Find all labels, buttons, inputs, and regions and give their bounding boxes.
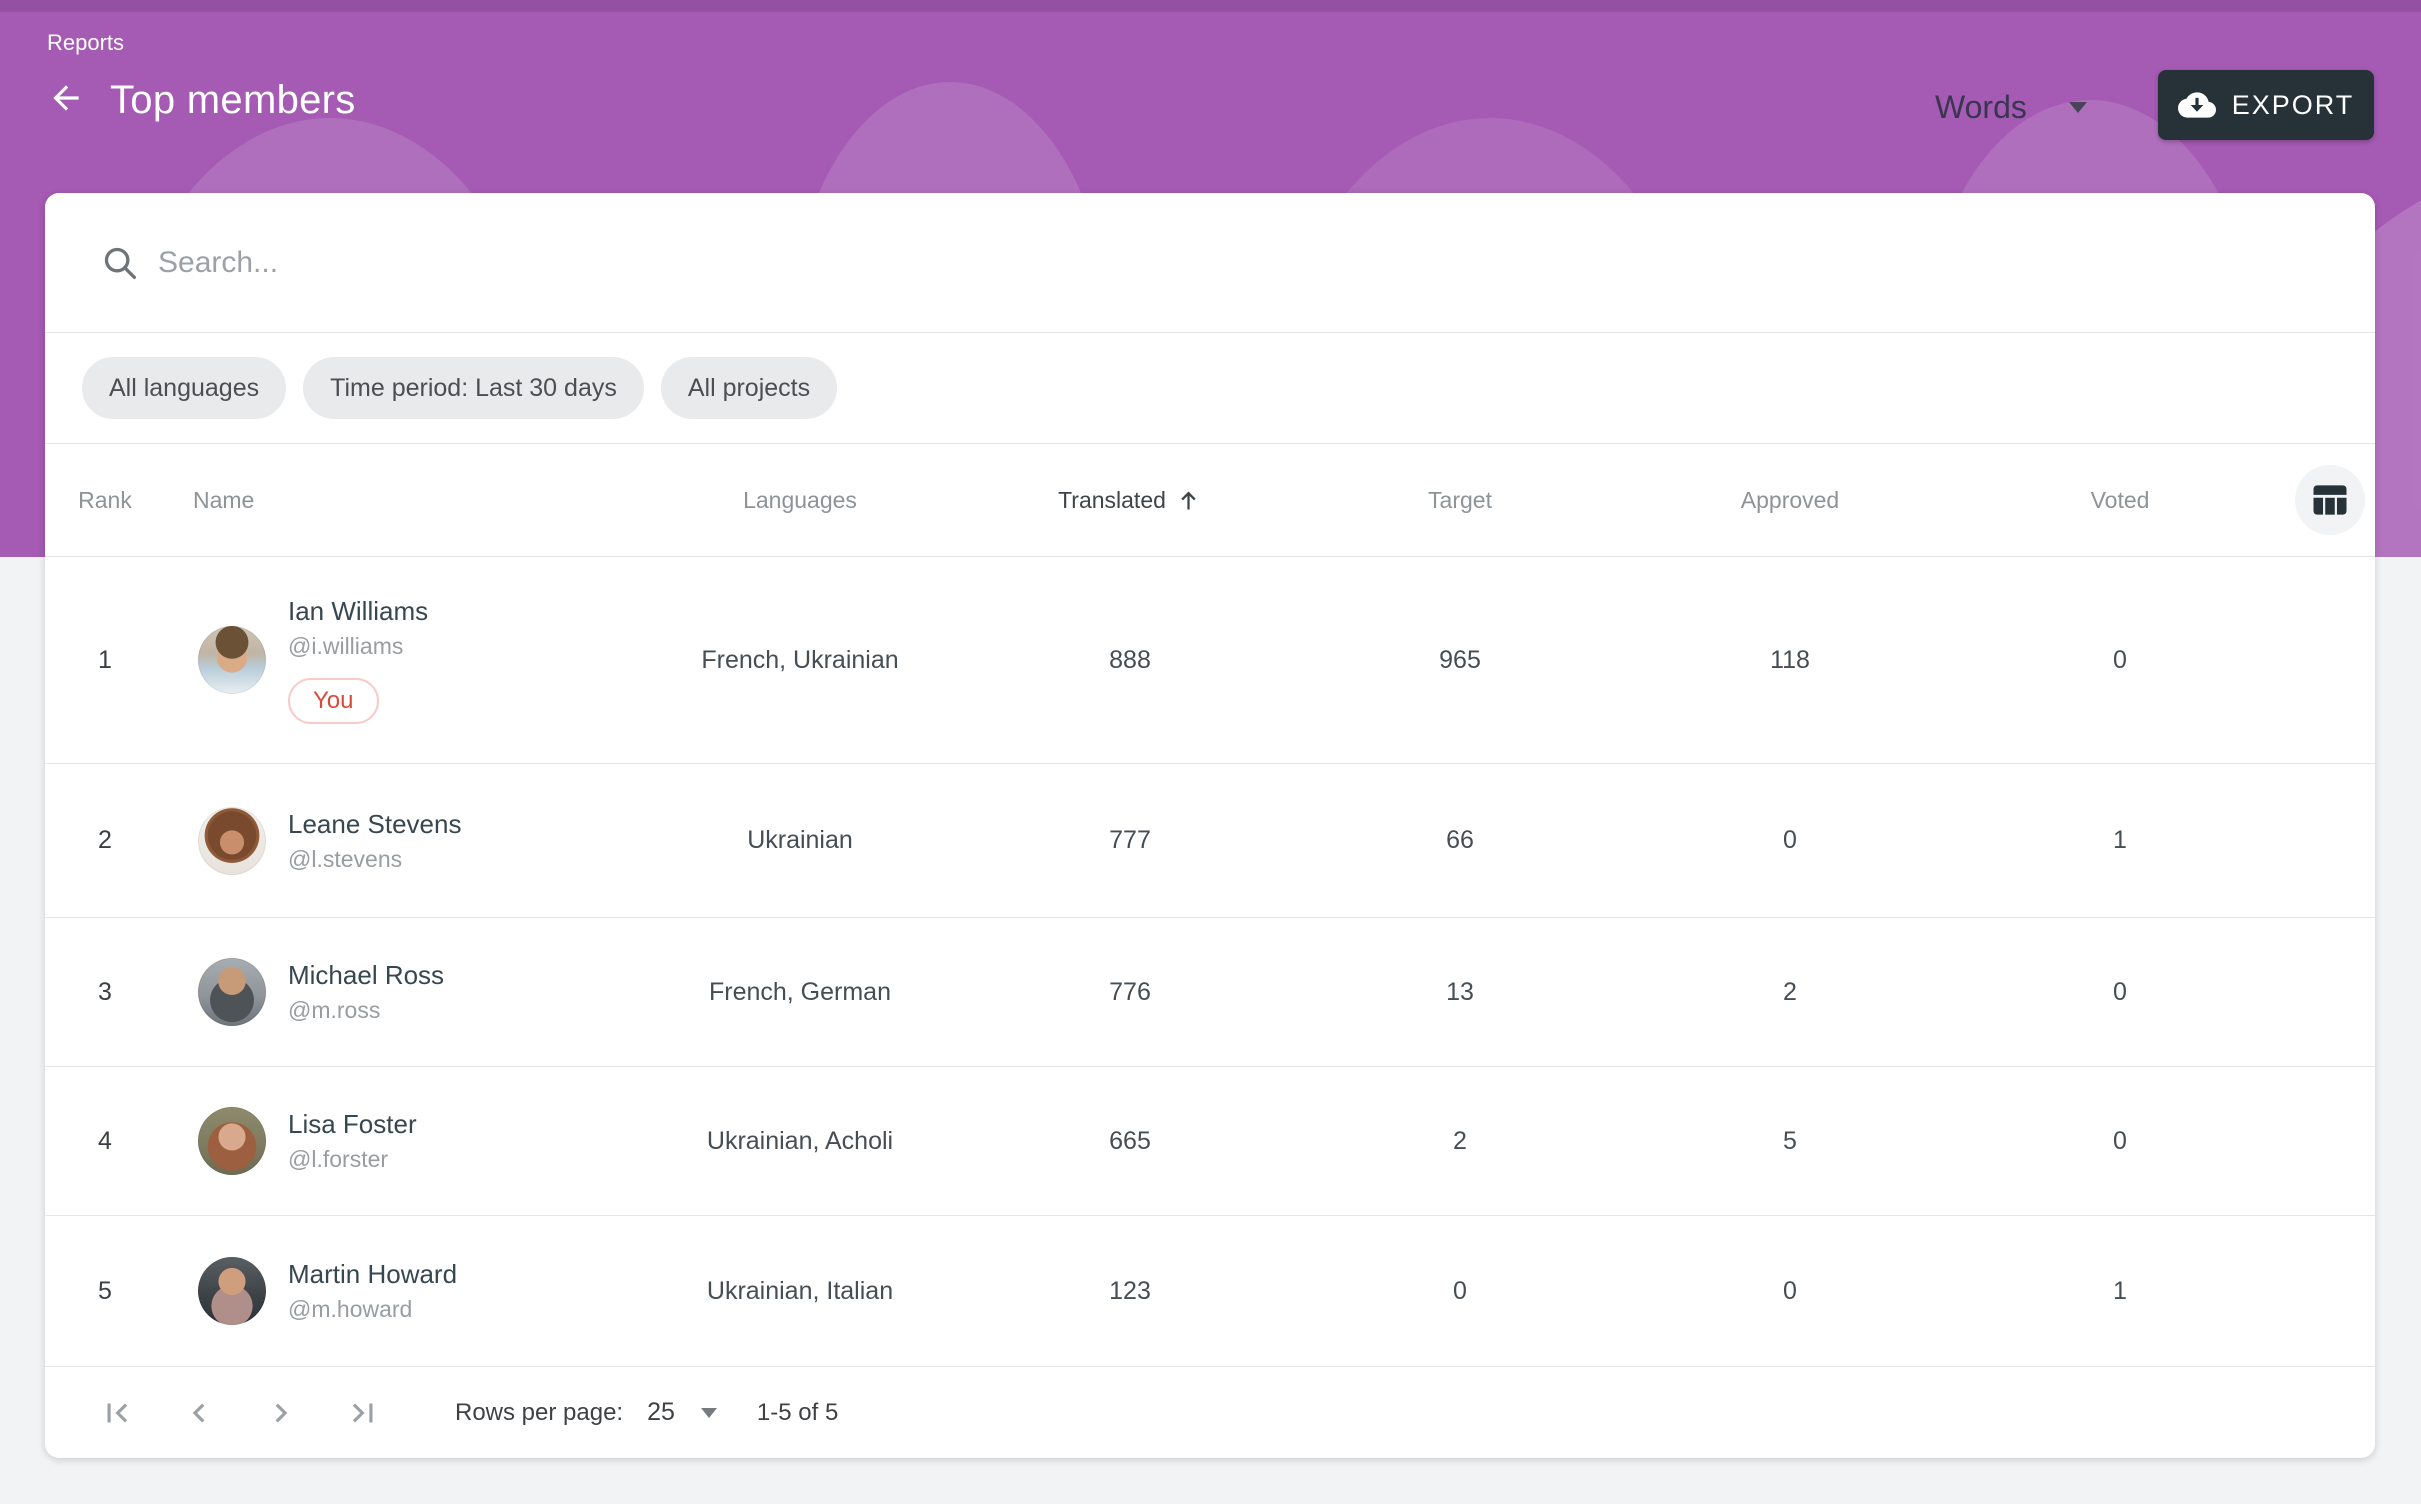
member-target: 2 <box>1295 1127 1625 1156</box>
last-page-icon <box>344 1394 382 1432</box>
table-row[interactable]: 4 Lisa Foster @l.forster Ukrainian, Acho… <box>45 1067 2375 1215</box>
column-header-voted[interactable]: Voted <box>1955 487 2285 514</box>
chevron-down-icon <box>2069 102 2087 113</box>
member-translated: 777 <box>965 826 1295 855</box>
member-name[interactable]: Leane Stevens <box>288 809 461 840</box>
member-approved: 0 <box>1625 826 1955 855</box>
member-name[interactable]: Lisa Foster <box>288 1109 417 1140</box>
member-name[interactable]: Michael Ross <box>288 960 444 991</box>
member-translated: 665 <box>965 1127 1295 1156</box>
breadcrumb[interactable]: Reports <box>47 30 124 56</box>
member-name[interactable]: Martin Howard <box>288 1259 457 1290</box>
pagination-bar: Rows per page: 25 1-5 of 5 <box>45 1367 2375 1458</box>
avatar <box>198 1257 266 1325</box>
filter-chip-projects[interactable]: All projects <box>661 357 837 419</box>
next-page-button[interactable] <box>261 1393 301 1433</box>
member-translated: 888 <box>965 646 1295 675</box>
member-target: 0 <box>1295 1277 1625 1306</box>
rows-per-page-label: Rows per page: <box>455 1399 623 1427</box>
column-header-rank: Rank <box>45 487 165 514</box>
member-languages: Ukrainian, Italian <box>635 1277 965 1306</box>
search-icon <box>100 243 140 283</box>
member-voted: 1 <box>1955 1277 2285 1306</box>
filter-chip-time-period[interactable]: Time period: Last 30 days <box>303 357 644 419</box>
member-target: 13 <box>1295 978 1625 1007</box>
member-languages: Ukrainian <box>635 826 965 855</box>
table-row[interactable]: 1 Ian Williams @i.williams You French, U… <box>45 557 2375 763</box>
member-target: 66 <box>1295 826 1625 855</box>
member-name[interactable]: Ian Williams <box>288 596 428 627</box>
member-approved: 5 <box>1625 1127 1955 1156</box>
table-header: Rank Name Languages Translated Target Ap… <box>45 444 2375 556</box>
page-title: Top members <box>110 78 356 123</box>
first-page-button[interactable] <box>97 1393 137 1433</box>
sort-arrow-up-icon <box>1175 487 1202 514</box>
export-button-label: EXPORT <box>2232 90 2355 121</box>
table-columns-icon <box>2308 478 2352 522</box>
table-row[interactable]: 3 Michael Ross @m.ross French, German 77… <box>45 918 2375 1066</box>
arrow-left-icon <box>47 79 85 122</box>
report-unit-value: Words <box>1935 89 2027 126</box>
member-rank: 1 <box>45 646 165 675</box>
last-page-button[interactable] <box>343 1393 383 1433</box>
chevron-right-icon <box>262 1394 300 1432</box>
report-unit-selector[interactable]: Words <box>1935 78 2087 136</box>
member-handle: @l.forster <box>288 1146 388 1173</box>
filter-bar: All languages Time period: Last 30 days … <box>45 333 2375 443</box>
member-languages: French, German <box>635 978 965 1007</box>
search-bar <box>45 193 2375 332</box>
search-input[interactable] <box>158 233 2375 293</box>
member-approved: 0 <box>1625 1277 1955 1306</box>
member-translated: 123 <box>965 1277 1295 1306</box>
chevron-left-icon <box>180 1394 218 1432</box>
column-header-target[interactable]: Target <box>1295 487 1625 514</box>
report-card: All languages Time period: Last 30 days … <box>45 193 2375 1458</box>
column-header-name: Name <box>165 487 635 514</box>
member-approved: 118 <box>1625 646 1955 675</box>
member-handle: @m.ross <box>288 997 380 1024</box>
column-header-translated-label: Translated <box>1058 487 1166 514</box>
member-voted: 0 <box>1955 978 2285 1007</box>
avatar <box>198 626 266 694</box>
filter-chip-languages[interactable]: All languages <box>82 357 286 419</box>
first-page-icon <box>98 1394 136 1432</box>
export-button[interactable]: EXPORT <box>2158 70 2374 140</box>
column-settings-button[interactable] <box>2295 465 2365 535</box>
table-row[interactable]: 2 Leane Stevens @l.stevens Ukrainian 777… <box>45 764 2375 917</box>
member-rank: 3 <box>45 978 165 1007</box>
avatar <box>198 1107 266 1175</box>
top-strip <box>0 0 2421 12</box>
member-handle: @m.howard <box>288 1296 412 1323</box>
cloud-download-icon <box>2178 86 2216 124</box>
you-badge: You <box>288 678 379 724</box>
member-rank: 5 <box>45 1277 165 1306</box>
previous-page-button[interactable] <box>179 1393 219 1433</box>
table-row[interactable]: 5 Martin Howard @m.howard Ukrainian, Ita… <box>45 1216 2375 1366</box>
column-header-languages: Languages <box>635 487 965 514</box>
avatar <box>198 958 266 1026</box>
back-button[interactable] <box>44 79 88 123</box>
avatar <box>198 807 266 875</box>
chevron-down-icon <box>701 1408 717 1418</box>
member-rank: 2 <box>45 826 165 855</box>
column-header-translated[interactable]: Translated <box>965 487 1295 514</box>
member-voted: 0 <box>1955 646 2285 675</box>
member-handle: @l.stevens <box>288 846 402 873</box>
rows-per-page-select[interactable]: 25 <box>647 1398 717 1427</box>
member-rank: 4 <box>45 1127 165 1156</box>
member-handle: @i.williams <box>288 633 403 660</box>
pagination-range: 1-5 of 5 <box>757 1399 838 1427</box>
member-approved: 2 <box>1625 978 1955 1007</box>
member-voted: 0 <box>1955 1127 2285 1156</box>
column-header-approved[interactable]: Approved <box>1625 487 1955 514</box>
member-translated: 776 <box>965 978 1295 1007</box>
member-voted: 1 <box>1955 826 2285 855</box>
member-languages: French, Ukrainian <box>635 646 965 675</box>
rows-per-page-value: 25 <box>647 1398 675 1427</box>
member-languages: Ukrainian, Acholi <box>635 1127 965 1156</box>
member-target: 965 <box>1295 646 1625 675</box>
